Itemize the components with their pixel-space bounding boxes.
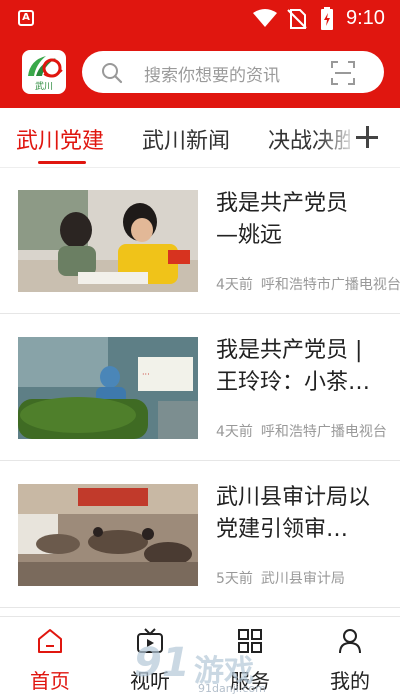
app-notification-icon: A xyxy=(18,10,34,26)
plus-icon-bar xyxy=(365,126,369,148)
status-bar: A 9:10 xyxy=(0,0,400,36)
news-item[interactable]: 我是共产党员 —姚远 4天前 呼和浩特市广播电视台 xyxy=(0,168,400,314)
search-bar[interactable]: 搜索你想要的资讯 xyxy=(82,51,384,93)
home-icon xyxy=(38,629,62,653)
svg-text:···: ··· xyxy=(142,370,150,379)
wifi-icon xyxy=(253,9,277,27)
news-thumbnail: ··· xyxy=(18,337,198,439)
app-header: 武川 搜索你想要的资讯 xyxy=(0,36,400,108)
active-tab-indicator xyxy=(38,161,86,164)
tab-wuchuan-party[interactable]: 武川党建 xyxy=(16,123,104,155)
category-tabs: 武川党建 武川新闻 决战决胜 xyxy=(0,108,400,168)
news-age: 4天前 xyxy=(216,424,253,440)
news-thumbnail xyxy=(18,484,198,586)
logo-caption: 武川 xyxy=(34,82,53,92)
nav-profile[interactable]: 我的 xyxy=(300,617,400,700)
news-title: 我是共产党员 | 王玲玲：小茶… xyxy=(216,338,371,395)
grid-icon xyxy=(238,629,262,653)
news-age: 5天前 xyxy=(216,571,253,587)
nav-video-label: 视听 xyxy=(130,669,170,693)
news-meta: 5天前 武川县审计局 xyxy=(216,568,400,588)
nav-home[interactable]: 首页 xyxy=(0,617,100,700)
news-meta: 4天前 呼和浩特市广播电视台 xyxy=(216,274,400,294)
nav-services[interactable]: 服务 xyxy=(200,617,300,700)
news-title: 武川县审计局以党建引领审… xyxy=(216,485,371,542)
news-meta: 4天前 呼和浩特广播电视台 xyxy=(216,421,400,441)
app-logo[interactable]: 武川 xyxy=(22,50,66,94)
news-item[interactable]: ··· 我是共产党员 | 王玲玲：小茶… 4天前 呼和浩特广播电视台 xyxy=(0,315,400,461)
tab-wuchuan-news[interactable]: 武川新闻 xyxy=(142,123,230,155)
nav-home-label: 首页 xyxy=(30,669,70,693)
news-source: 武川县审计局 xyxy=(260,571,345,587)
video-icon xyxy=(137,628,163,653)
news-source: 呼和浩特市广播电视台 xyxy=(260,277,400,293)
battery-charging-icon xyxy=(321,7,333,30)
nav-profile-label: 我的 xyxy=(330,669,370,693)
news-item[interactable]: 武川县审计局以党建引领审… 5天前 武川县审计局 xyxy=(0,462,400,608)
clock-time: 9:10 xyxy=(346,7,385,29)
news-title: 我是共产党员 —姚远 xyxy=(216,191,349,248)
search-placeholder: 搜索你想要的资讯 xyxy=(144,66,280,86)
nav-video[interactable]: 视听 xyxy=(100,617,200,700)
search-icon xyxy=(102,63,123,84)
scan-icon[interactable] xyxy=(330,60,356,86)
news-age: 4天前 xyxy=(216,277,253,293)
news-source: 呼和浩特广播电视台 xyxy=(260,424,387,440)
add-tab-button[interactable] xyxy=(350,108,400,166)
bottom-navigation: 首页 视听 服务 我的 xyxy=(0,616,400,700)
no-sim-icon xyxy=(287,9,307,29)
nav-services-label: 服务 xyxy=(230,669,270,693)
user-icon xyxy=(339,629,361,654)
news-thumbnail xyxy=(18,190,198,292)
